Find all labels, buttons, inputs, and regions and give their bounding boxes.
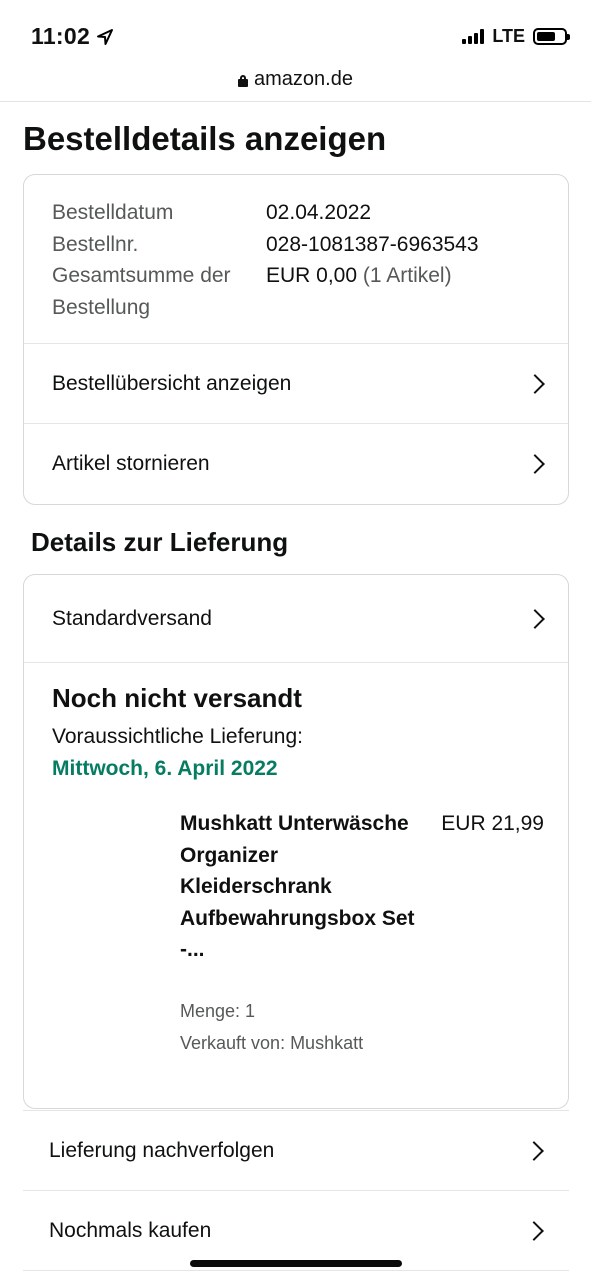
divider	[23, 1270, 569, 1271]
order-date-row: Bestelldatum 02.04.2022	[52, 197, 552, 229]
order-number-row: Bestellnr. 028-1081387-6963543	[52, 229, 552, 261]
status-indicators: LTE	[462, 26, 570, 47]
order-info: Bestelldatum 02.04.2022 Bestellnr. 028-1…	[52, 197, 552, 323]
order-date-value: 02.04.2022	[266, 201, 372, 224]
page-title: Bestelldetails anzeigen	[23, 120, 387, 157]
browser-url-bar[interactable]: amazon.de	[0, 66, 591, 102]
shipping-method-label: Standardversand	[52, 606, 212, 630]
buy-again-link[interactable]: Nochmals kaufen	[23, 1190, 569, 1270]
order-total-value: EUR 0,00 (1 Artikel)	[266, 260, 452, 323]
order-number-label: Bestellnr.	[52, 232, 139, 256]
order-date-label: Bestelldatum	[52, 201, 174, 224]
delivery-section-title: Details zur Lieferung	[31, 527, 289, 557]
order-total-label: Gesamtsumme der Bestellung	[52, 264, 231, 319]
chevron-right-icon	[524, 1220, 544, 1241]
item-quantity: Menge: 1	[180, 1001, 256, 1021]
order-summary-card: Bestelldatum 02.04.2022 Bestellnr. 028-1…	[23, 174, 569, 505]
clock: 11:02	[31, 23, 91, 49]
signal-icon	[462, 29, 485, 44]
view-order-summary-label: Bestellübersicht anzeigen	[52, 371, 292, 395]
shipping-method-link[interactable]: Standardversand	[24, 575, 568, 663]
chevron-right-icon	[525, 453, 545, 474]
url-text: amazon.de	[254, 68, 353, 90]
item-price: EUR 21,99	[441, 812, 544, 835]
order-number-value: 028-1081387-6963543	[266, 232, 479, 256]
status-time: 11:02	[31, 23, 114, 50]
track-delivery-link[interactable]: Lieferung nachverfolgen	[23, 1110, 569, 1190]
cancel-items-label: Artikel stornieren	[52, 451, 210, 475]
network-type: LTE	[492, 26, 525, 46]
item-title-link[interactable]: Mushkatt Unterwäsche Organizer Kleidersc…	[180, 808, 416, 966]
chevron-right-icon	[525, 373, 545, 394]
order-total-row: Gesamtsumme der Bestellung EUR 0,00 (1 A…	[52, 260, 552, 323]
lock-icon	[238, 75, 249, 87]
battery-icon	[533, 28, 570, 45]
view-order-summary-link[interactable]: Bestellübersicht anzeigen	[24, 343, 568, 423]
item-seller: Verkauft von: Mushkatt	[180, 1033, 364, 1053]
cancel-items-link[interactable]: Artikel stornieren	[24, 423, 568, 503]
delivery-card: Standardversand Noch nicht versandt Vora…	[23, 574, 569, 1109]
chevron-right-icon	[524, 1140, 544, 1161]
expected-delivery-date: Mittwoch, 6. April 2022	[52, 757, 278, 780]
chevron-right-icon	[525, 608, 545, 629]
status-bar: 11:02 LTE	[0, 0, 591, 66]
location-arrow-icon	[97, 28, 114, 45]
order-total-amount: EUR 0,00	[266, 264, 358, 287]
shipment-status: Noch nicht versandt	[52, 683, 302, 713]
home-indicator[interactable]	[190, 1260, 402, 1267]
buy-again-label: Nochmals kaufen	[49, 1218, 212, 1242]
order-item-count: (1 Artikel)	[362, 264, 452, 287]
track-delivery-label: Lieferung nachverfolgen	[49, 1138, 275, 1162]
expected-delivery-label: Voraussichtliche Lieferung:	[52, 725, 303, 748]
